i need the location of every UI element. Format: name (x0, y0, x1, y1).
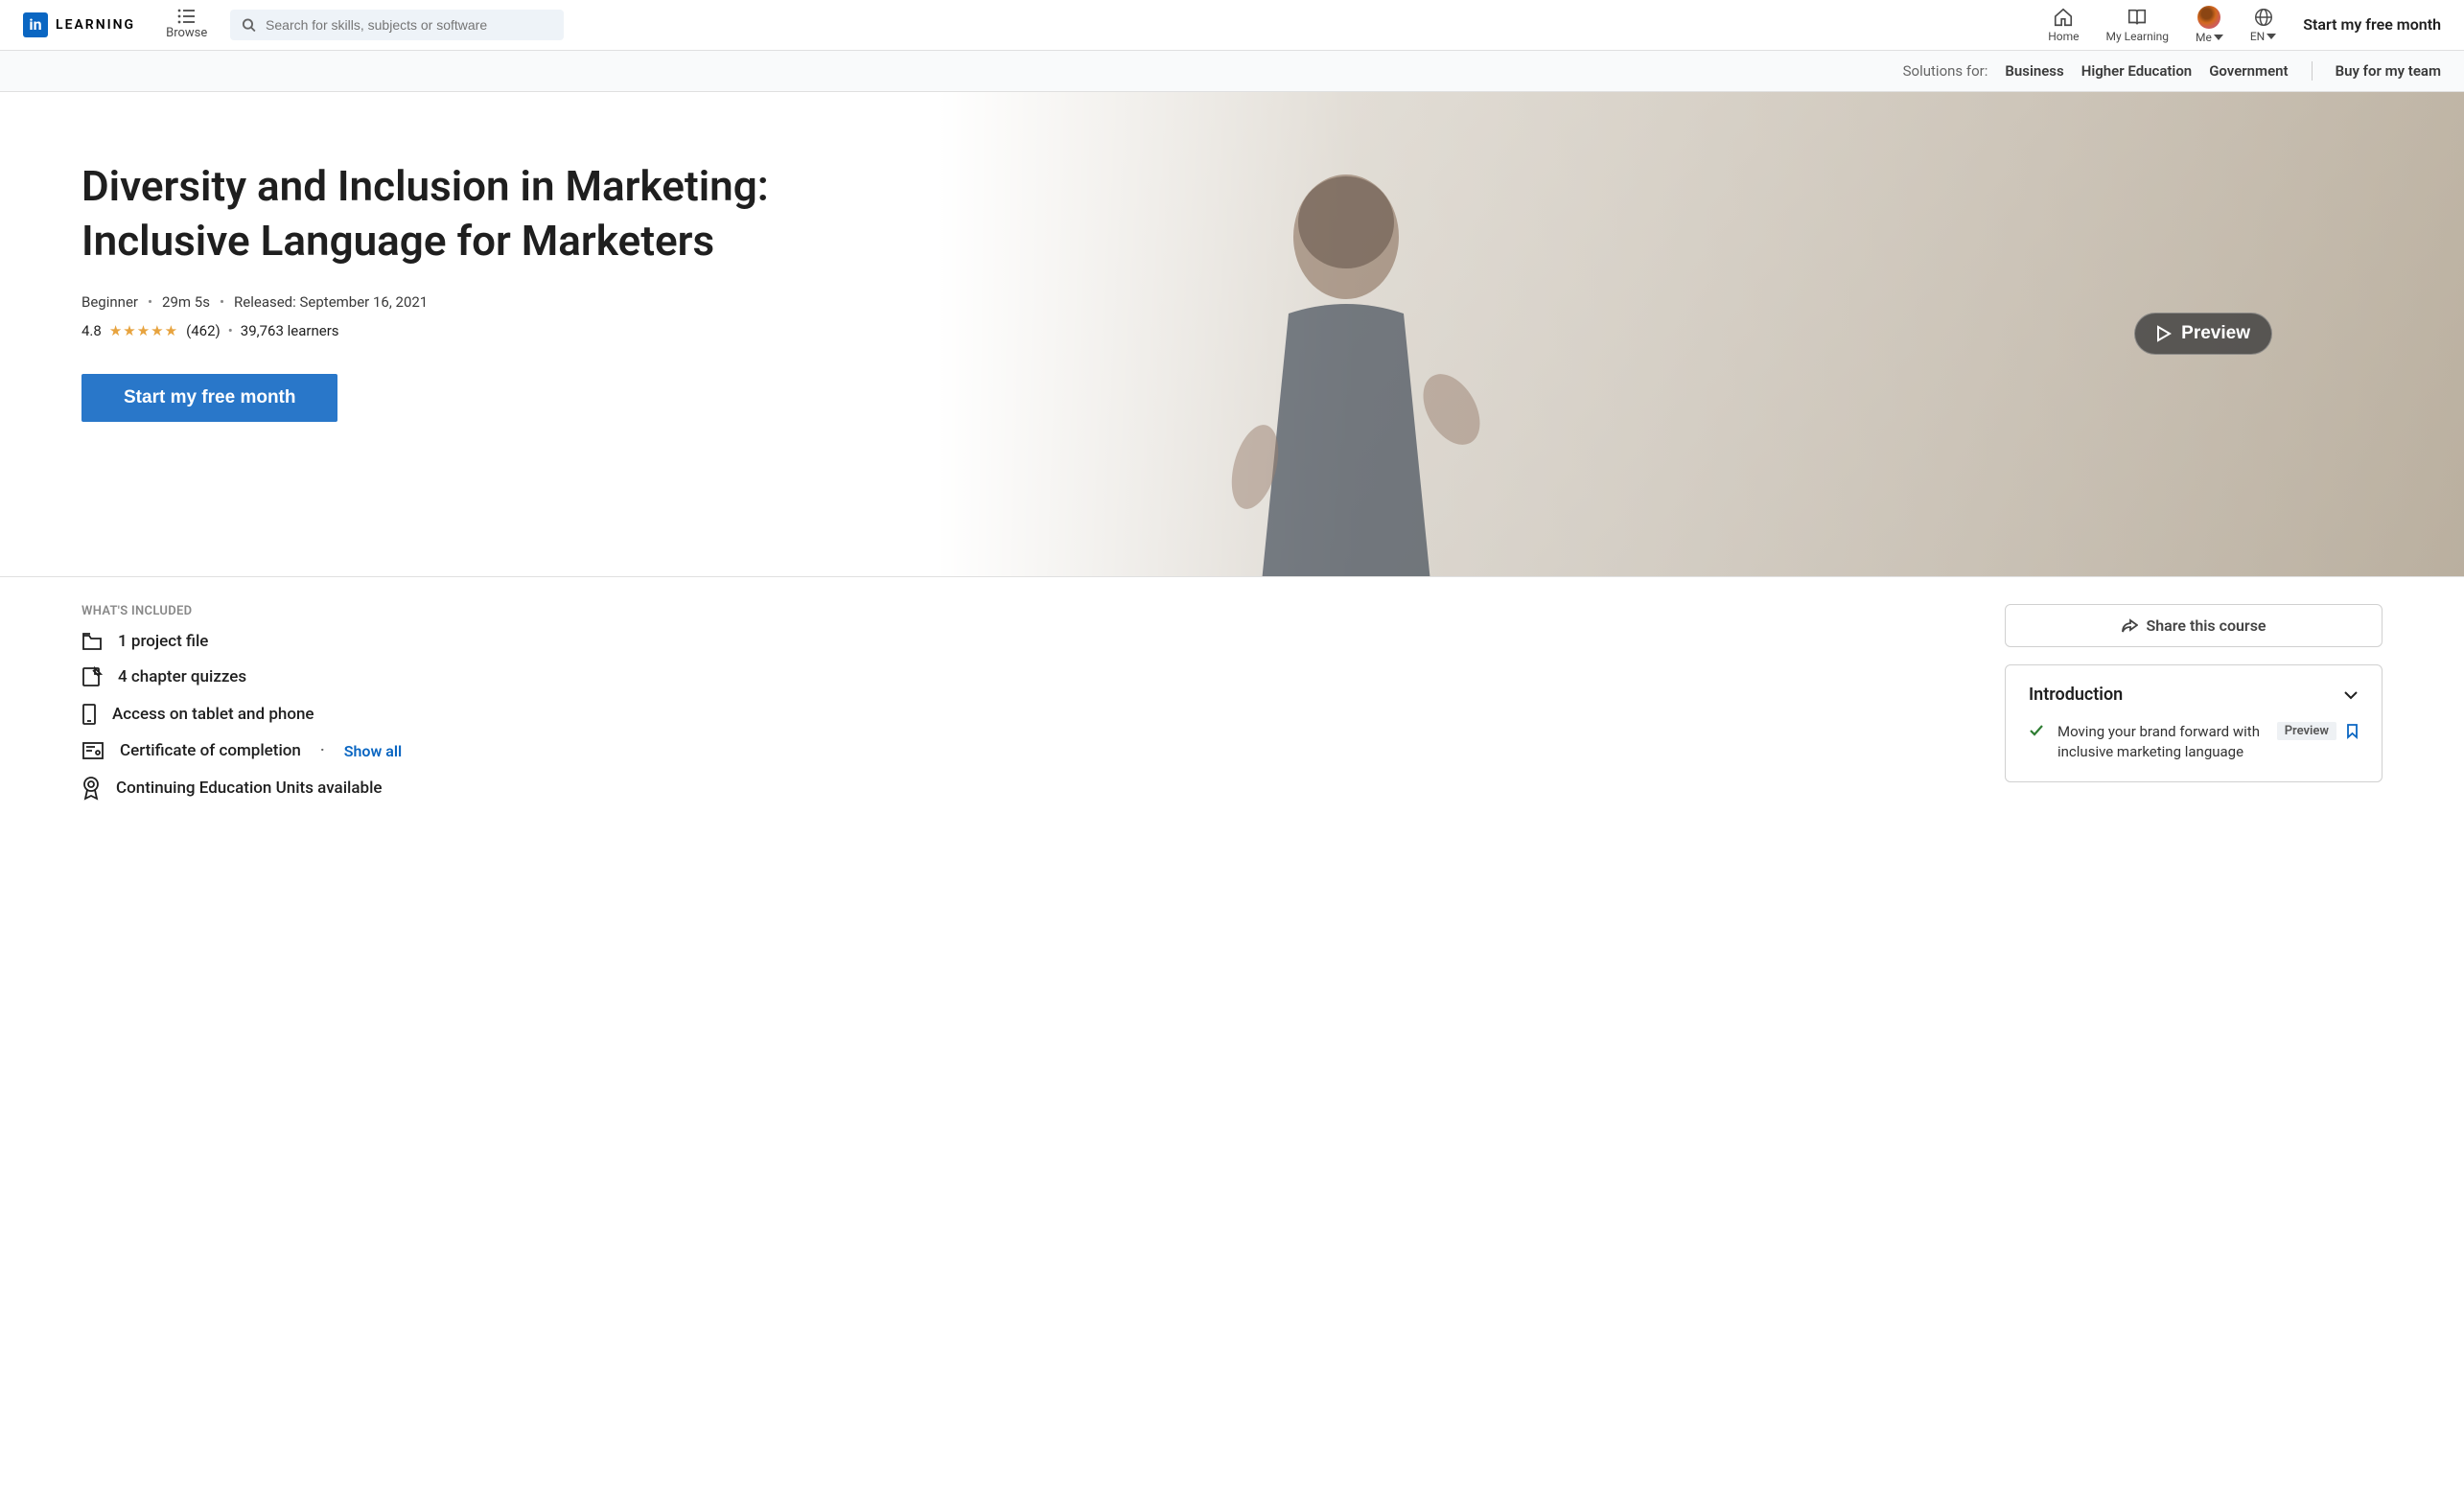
preview-button[interactable]: Preview (2134, 313, 2272, 355)
home-icon (2053, 7, 2074, 28)
included-access: Access on tablet and phone (81, 703, 1947, 726)
search-icon (242, 17, 256, 33)
course-contents: Introduction Moving your brand forward w… (2005, 664, 2383, 782)
book-icon (2127, 7, 2148, 28)
toc-lesson-item[interactable]: Moving your brand forward with inclusive… (2029, 722, 2359, 762)
caret-down-icon (2266, 34, 2276, 39)
show-all-link[interactable]: Show all (344, 742, 402, 760)
nav-language[interactable]: EN (2250, 7, 2276, 43)
included-text: Continuing Education Units available (116, 779, 383, 798)
included-text: 4 chapter quizzes (118, 667, 246, 686)
award-icon (81, 776, 101, 801)
included-text: Access on tablet and phone (112, 705, 314, 724)
nav-home[interactable]: Home (2048, 7, 2079, 43)
included-project-file: 1 project file (81, 632, 1947, 651)
start-free-month-button[interactable]: Start my free month (81, 374, 337, 422)
bookmark-icon[interactable] (2346, 723, 2359, 739)
nav-right: Home My Learning Me EN Start my free mon… (2048, 6, 2441, 44)
nav-lang-label: EN (2250, 30, 2265, 43)
course-meta: Beginner • 29m 5s • Released: September … (81, 293, 786, 311)
sub-navigation: Solutions for: Business Higher Education… (0, 50, 2464, 92)
toc-section-header[interactable]: Introduction (2029, 685, 2359, 705)
globe-icon (2253, 7, 2274, 28)
included-text: Certificate of completion (120, 741, 301, 760)
included-text: 1 project file (118, 632, 208, 651)
subnav-higher-education[interactable]: Higher Education (2081, 62, 2192, 80)
start-free-month-link[interactable]: Start my free month (2303, 15, 2441, 34)
course-duration: 29m 5s (162, 293, 210, 311)
nav-me[interactable]: Me (2196, 6, 2223, 44)
course-title: Diversity and Inclusion in Marketing: In… (81, 159, 786, 268)
avatar-icon (2197, 6, 2220, 29)
mobile-icon (81, 703, 97, 726)
top-navigation: in LEARNING Browse Home My Learning Me (0, 0, 2464, 50)
play-icon (2156, 325, 2172, 342)
list-icon (177, 9, 197, 24)
toc-lesson-title: Moving your brand forward with inclusive… (2057, 722, 2264, 762)
caret-down-icon (2214, 35, 2223, 40)
search-input[interactable] (266, 17, 552, 33)
included-certificate: Certificate of completion · Show all (81, 741, 1947, 760)
sidebar: Share this course Introduction Moving yo… (2005, 604, 2383, 801)
quiz-icon (81, 666, 103, 687)
rating-value: 4.8 (81, 322, 102, 339)
rating-count[interactable]: (462) (186, 322, 221, 339)
check-icon (2029, 724, 2044, 737)
nav-my-learning-label: My Learning (2106, 30, 2169, 43)
divider (2312, 61, 2313, 81)
star-icons: ★★★★★ (109, 322, 178, 339)
content-area: WHAT'S INCLUDED 1 project file 4 chapter… (0, 577, 2464, 839)
whats-included-label: WHAT'S INCLUDED (81, 604, 1947, 618)
share-label: Share this course (2146, 616, 2266, 635)
logo-learning-text: LEARNING (56, 17, 135, 33)
toc-badges: Preview (2277, 722, 2359, 740)
hero-section: Diversity and Inclusion in Marketing: In… (0, 92, 2464, 577)
nav-my-learning[interactable]: My Learning (2106, 7, 2169, 43)
solutions-for-label: Solutions for: (1903, 62, 1988, 80)
chevron-down-icon (2343, 690, 2359, 700)
share-icon (2121, 618, 2138, 634)
hero-content: Diversity and Inclusion in Marketing: In… (0, 92, 786, 576)
nav-home-label: Home (2048, 30, 2079, 43)
course-rating-row: 4.8 ★★★★★ (462) • 39,763 learners (81, 322, 786, 339)
nav-me-label: Me (2196, 31, 2212, 44)
included-list: 1 project file 4 chapter quizzes Access … (81, 632, 1947, 801)
certificate-icon (81, 741, 105, 760)
share-course-button[interactable]: Share this course (2005, 604, 2383, 647)
subnav-business[interactable]: Business (2005, 62, 2063, 80)
subnav-buy-for-team[interactable]: Buy for my team (2336, 62, 2441, 80)
separator-dot: · (320, 741, 325, 760)
course-released: Released: September 16, 2021 (234, 293, 428, 311)
course-level: Beginner (81, 293, 138, 311)
preview-label: Preview (2181, 323, 2250, 344)
browse-label: Browse (166, 26, 207, 40)
browse-button[interactable]: Browse (166, 9, 207, 40)
toc-section-title: Introduction (2029, 685, 2123, 705)
learner-count: 39,763 learners (241, 322, 339, 339)
separator-dot: • (220, 293, 224, 311)
separator-dot: • (228, 322, 233, 339)
search-bar[interactable] (230, 10, 564, 40)
logo[interactable]: in LEARNING (23, 12, 135, 37)
included-quizzes: 4 chapter quizzes (81, 666, 1947, 687)
instructor-image (1183, 141, 1509, 578)
folder-icon (81, 632, 103, 651)
whats-included-section: WHAT'S INCLUDED 1 project file 4 chapter… (81, 604, 1947, 801)
linkedin-logo-icon: in (23, 12, 48, 37)
subnav-government[interactable]: Government (2209, 62, 2288, 80)
separator-dot: • (148, 293, 152, 311)
included-ceu: Continuing Education Units available (81, 776, 1947, 801)
preview-badge: Preview (2277, 722, 2336, 740)
